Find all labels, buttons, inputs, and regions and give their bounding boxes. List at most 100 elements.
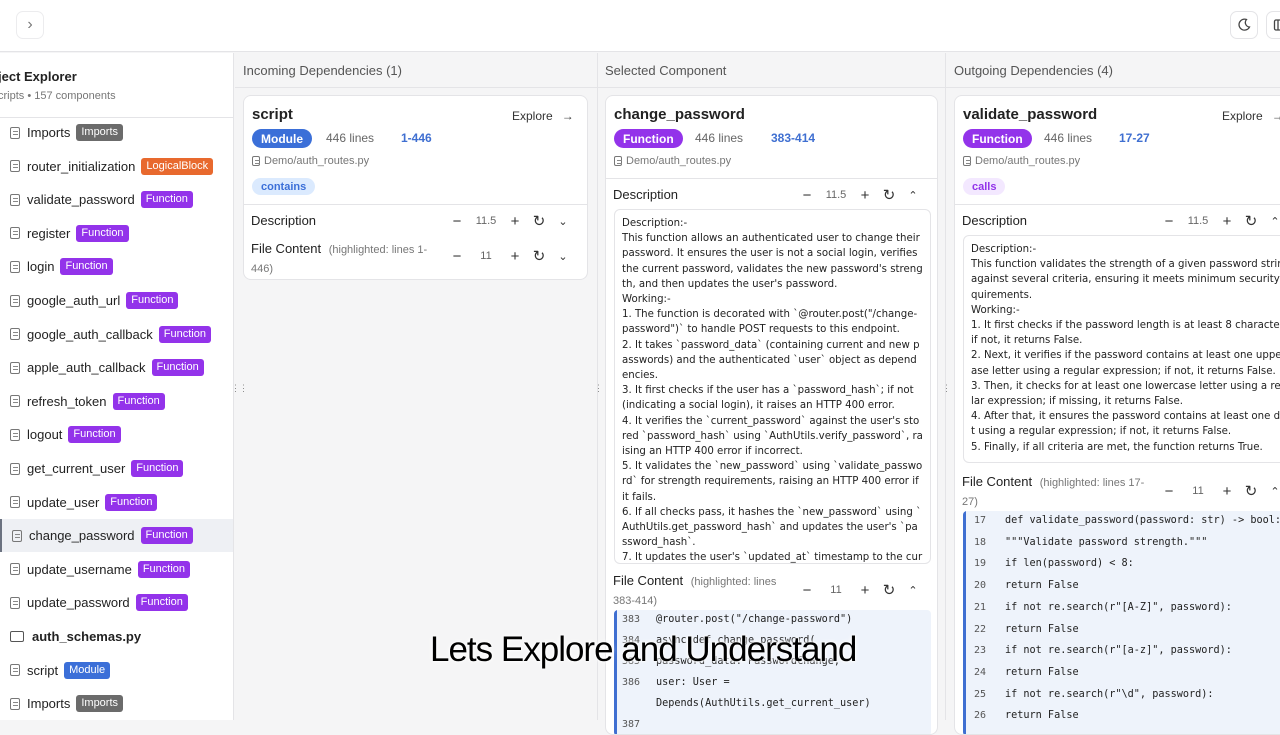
sidebar-item-google-auth-url[interactable]: google_auth_urlFunction [0,284,234,317]
file-content-title: File Content [962,474,1032,489]
type-badge: Function [113,393,165,410]
description-text: Description:- This function validates th… [963,235,1280,463]
code-line: 24return False [963,667,1079,678]
type-badge: Module [64,662,110,679]
sidebar-item-update-user[interactable]: update_userFunction [0,486,234,519]
chevron-up-icon[interactable]: ⌃ [1263,485,1280,498]
incoming-dependency-card[interactable]: script Explore → Module 446 lines 1-446 … [243,95,588,280]
plus-icon[interactable]: + [503,213,527,230]
code-text: def validate_password(password: str) -> … [997,515,1280,526]
code-viewer[interactable]: 17def validate_password(password: str) -… [963,511,1280,735]
sidebar-toggle-icon [1273,18,1280,32]
code-line: 387 [614,719,656,730]
file-content-label: File Content (highlighted: lines 1- 446) [251,240,427,278]
sidebar-item-imports[interactable]: ImportsImports [0,116,234,149]
minus-icon[interactable]: − [795,582,819,599]
sidebar-item-label: script [27,663,58,678]
file-icon [10,563,20,575]
type-badge: Function [614,129,683,148]
minus-icon[interactable]: − [1157,213,1181,230]
file-path-text: Demo/auth_routes.py [264,155,369,167]
chevron-up-icon[interactable]: ⌃ [901,189,925,202]
chevron-up-icon[interactable]: ⌃ [1263,215,1280,228]
sidebar-item-register[interactable]: registerFunction [0,217,234,250]
nav-forward-button[interactable]: › [16,11,44,39]
description-label: Description [962,213,1027,228]
sidebar-item-validate-password[interactable]: validate_passwordFunction [0,183,234,216]
minus-icon[interactable]: − [445,213,469,230]
sidebar-item-refresh-token[interactable]: refresh_tokenFunction [0,385,234,418]
reset-icon[interactable]: ↻ [877,581,901,599]
type-badge: Function [136,594,188,611]
code-text: Depends(AuthUtils.get_current_user) [648,698,871,709]
type-badge: Function [105,494,157,511]
chevron-up-icon[interactable]: ⌃ [901,584,925,597]
code-text: if not re.search(r"\d", password): [997,689,1214,700]
plus-icon[interactable]: + [503,248,527,265]
sidebar-item-imports[interactable]: ImportsImports [0,687,234,720]
sidebar-item-change-password[interactable]: change_passwordFunction [0,519,234,552]
sidebar-item-login[interactable]: loginFunction [0,250,234,283]
line-number: 387 [614,719,648,730]
chevron-down-icon[interactable]: ⌄ [551,250,575,263]
description-label: Description [251,213,316,228]
card-title: change_password [614,106,745,123]
drag-handle-icon[interactable]: ⋮⋮ [231,383,247,394]
file-icon [10,395,20,407]
sidebar-item-update-password[interactable]: update_passwordFunction [0,586,234,619]
reset-icon[interactable]: ↻ [527,212,551,230]
explore-button[interactable]: Explore → [1216,104,1280,128]
sidebar-item-update-username[interactable]: update_usernameFunction [0,553,234,586]
sidebar-toggle-button[interactable] [1266,11,1280,39]
minus-icon[interactable]: − [1157,483,1181,500]
sidebar-item-label: apple_auth_callback [27,360,146,375]
section-divider [244,204,588,205]
sidebar-item-apple-auth-callback[interactable]: apple_auth_callbackFunction [0,351,234,384]
sidebar-item-google-auth-callback[interactable]: google_auth_callbackFunction [0,318,234,351]
sidebar-item-router-initialization[interactable]: router_initializationLogicalBlock [0,150,234,183]
file-icon [10,227,20,239]
type-badge: Imports [76,124,123,141]
code-text: if not re.search(r"[A-Z]", password): [997,602,1232,613]
font-size-value: 11 [819,584,853,596]
explore-button[interactable]: Explore → [506,104,580,128]
minus-icon[interactable]: − [795,187,819,204]
sidebar-item-label: Imports [27,696,70,711]
arrow-right-icon: → [1272,109,1280,123]
incoming-column-header: Incoming Dependencies (1) [235,53,597,88]
code-text: if len(password) < 8: [997,558,1134,569]
line-number: 383 [614,614,648,625]
file-icon [10,597,20,609]
theme-toggle-button[interactable] [1230,11,1258,39]
plus-icon[interactable]: + [853,582,877,599]
plus-icon[interactable]: + [1215,213,1239,230]
reset-icon[interactable]: ↻ [1239,212,1263,230]
outgoing-dependency-card[interactable]: validate_password Explore → Function 446… [954,95,1280,735]
sidebar-item-logout[interactable]: logoutFunction [0,418,234,451]
minus-icon[interactable]: − [445,248,469,265]
file-path-text: Demo/auth_routes.py [975,155,1080,167]
reset-icon[interactable]: ↻ [527,247,551,265]
line-range: 17-27 [1119,131,1150,145]
file-content-label: File Content (highlighted: lines 17- 27) [962,473,1144,511]
file-path: Demo/auth_routes.py [963,155,1080,167]
line-number: 386 [614,677,648,688]
outgoing-column-title: Outgoing Dependencies (4) [954,63,1113,78]
chevron-down-icon[interactable]: ⌄ [551,215,575,228]
file-icon [10,127,20,139]
sidebar-item-get-current-user[interactable]: get_current_userFunction [0,452,234,485]
font-size-value: 11.5 [1181,215,1215,227]
plus-icon[interactable]: + [853,187,877,204]
code-viewer[interactable]: 383@router.post("/change-password")384as… [614,610,931,735]
code-text: if not re.search(r"[a-z]", password): [997,645,1232,656]
file-icon [10,496,20,508]
sidebar-item-script[interactable]: script Module [0,654,234,687]
reset-icon[interactable]: ↻ [1239,482,1263,500]
file-icon [10,664,20,676]
plus-icon[interactable]: + [1215,483,1239,500]
font-size-value: 11.5 [819,189,853,201]
sidebar-item-auth-schemas-py[interactable]: auth_schemas.py [0,620,234,653]
project-explorer-sidebar: ject Explorer cripts • 157 components Im… [0,53,234,720]
reset-icon[interactable]: ↻ [877,186,901,204]
line-count: 446 lines [1044,131,1092,145]
